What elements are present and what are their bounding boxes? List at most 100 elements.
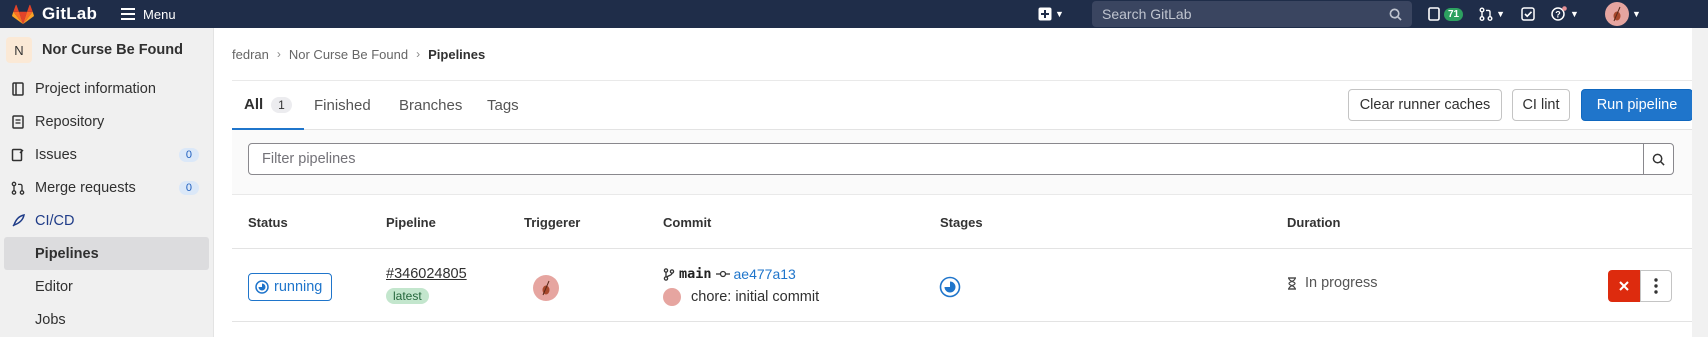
svg-text:?: ? — [1555, 10, 1561, 20]
issues-nav-link[interactable]: 71 — [1428, 7, 1464, 21]
sidebar-item-label: Issues — [35, 146, 77, 163]
new-dropdown[interactable]: ▼ — [1038, 0, 1064, 28]
sidebar-item-label: CI/CD — [35, 212, 75, 229]
commit-sha-link[interactable]: ae477a13 — [734, 266, 796, 282]
chevron-right-icon: › — [276, 47, 281, 61]
cancel-pipeline-button[interactable] — [1608, 270, 1640, 302]
help-icon: ? — [1551, 6, 1567, 21]
merge-request-icon — [1479, 7, 1493, 21]
search-box[interactable] — [1092, 1, 1412, 27]
breadcrumb-link-namespace[interactable]: fedran — [232, 47, 269, 62]
status-running-icon — [939, 276, 961, 298]
issues-icon — [10, 147, 26, 163]
filter-box — [248, 143, 1674, 175]
menu-button[interactable]: Menu — [121, 7, 176, 22]
pipeline-latest-badge: latest — [386, 288, 429, 304]
column-header-commit: Commit — [663, 214, 712, 230]
project-sidebar: N Nor Curse Be Found Project information… — [0, 28, 214, 337]
page-scrollbar[interactable] — [1692, 28, 1708, 337]
rocket-icon — [10, 213, 26, 229]
nav-icons: 71 ▼ ? ▼ ▼ — [1428, 0, 1657, 28]
doc-icon — [10, 114, 26, 130]
sidebar-subitem-pipelines[interactable]: Pipelines — [4, 237, 209, 270]
chevron-down-icon: ▼ — [1570, 9, 1579, 19]
table-header: Status Pipeline Triggerer Commit Stages … — [232, 195, 1692, 249]
hourglass-icon — [1288, 276, 1296, 290]
sidebar-item-project-information[interactable]: Project information — [0, 72, 213, 105]
search-icon — [1652, 153, 1665, 166]
sidebar-item-label: Project information — [35, 80, 156, 97]
tab-count-badge: 1 — [271, 96, 292, 113]
stage-status-button[interactable] — [939, 276, 961, 301]
project-icon — [10, 81, 26, 97]
top-navbar: GitLab Menu ▼ 71 — [0, 0, 1708, 28]
chevron-down-icon: ▼ — [1631, 9, 1641, 19]
tab-finished[interactable]: Finished — [314, 81, 371, 130]
table-row: running #346024805 latest main ae477a13 … — [232, 249, 1692, 322]
pipeline-tabs: All 1 Finished Branches Tags Clear runne… — [232, 81, 1693, 130]
branch-link[interactable]: main — [679, 266, 712, 282]
hamburger-icon — [121, 8, 136, 20]
sidebar-item-issues[interactable]: Issues 0 — [0, 138, 213, 171]
tab-branches[interactable]: Branches — [399, 81, 462, 130]
todo-check-icon — [1521, 7, 1535, 21]
search-input[interactable] — [1102, 6, 1389, 22]
branch-icon — [663, 267, 675, 281]
menu-label: Menu — [143, 6, 176, 22]
plus-square-icon — [1038, 7, 1052, 21]
pipeline-id-link[interactable]: #346024805 — [386, 266, 467, 282]
commit-author-avatar[interactable] — [663, 288, 681, 306]
gitlab-home-link[interactable]: GitLab — [0, 0, 97, 28]
todos-count-badge: 71 — [1444, 7, 1464, 21]
sidebar-item-label: Repository — [35, 113, 105, 130]
breadcrumb-link-project[interactable]: Nor Curse Be Found — [289, 47, 408, 62]
project-avatar: N — [6, 37, 32, 63]
todos-nav-link[interactable] — [1521, 7, 1535, 21]
commit-ref: main ae477a13 — [663, 266, 796, 282]
filter-pipelines-input[interactable] — [249, 144, 1643, 174]
sidebar-subitem-jobs[interactable]: Jobs — [0, 303, 213, 336]
clear-runner-caches-button[interactable]: Clear runner caches — [1348, 89, 1502, 121]
filter-area — [232, 130, 1692, 195]
chevron-right-icon: › — [416, 47, 421, 61]
sidebar-subitem-editor[interactable]: Editor — [0, 270, 213, 303]
tab-tags[interactable]: Tags — [487, 81, 519, 130]
sidebar-item-label: Merge requests — [35, 179, 136, 196]
main-content: fedran › Nor Curse Be Found › Pipelines … — [232, 28, 1693, 322]
column-header-stages: Stages — [940, 214, 983, 230]
tanuki-logo — [12, 4, 34, 24]
merge-requests-count-badge: 0 — [178, 180, 199, 195]
user-avatar — [1604, 2, 1629, 26]
sidebar-item-repository[interactable]: Repository — [0, 105, 213, 138]
chevron-down-icon: ▼ — [1055, 9, 1064, 19]
brand-name: GitLab — [42, 4, 98, 23]
breadcrumb: fedran › Nor Curse Be Found › Pipelines — [232, 28, 1692, 81]
ellipsis-vertical-icon — [1654, 278, 1658, 294]
sidebar-item-merge-requests[interactable]: Merge requests 0 — [0, 171, 213, 204]
project-name: Nor Curse Be Found — [42, 42, 183, 58]
run-pipeline-button[interactable]: Run pipeline — [1581, 89, 1693, 121]
column-header-status: Status — [248, 214, 288, 230]
ci-lint-button[interactable]: CI lint — [1512, 89, 1570, 121]
commit-message: chore: initial commit — [663, 288, 819, 306]
more-actions-button[interactable] — [1640, 270, 1672, 302]
issues-icon — [1428, 7, 1440, 21]
issues-count-badge: 0 — [178, 147, 199, 162]
chevron-down-icon: ▼ — [1496, 9, 1506, 19]
breadcrumb-current[interactable]: Pipelines — [428, 47, 485, 62]
merge-requests-nav-link[interactable]: ▼ — [1479, 7, 1505, 21]
status-running-icon — [255, 280, 269, 294]
project-header[interactable]: N Nor Curse Be Found — [0, 28, 213, 72]
column-header-pipeline: Pipeline — [386, 214, 436, 230]
violin-avatar-icon — [542, 280, 550, 296]
status-badge[interactable]: running — [248, 273, 333, 301]
commit-title-link[interactable]: chore: initial commit — [691, 289, 819, 305]
column-header-duration: Duration — [1287, 214, 1341, 230]
help-dropdown[interactable]: ? ▼ — [1551, 6, 1579, 22]
user-menu[interactable]: ▼ — [1604, 2, 1641, 26]
tab-all[interactable]: All 1 — [232, 81, 304, 130]
triggerer-avatar[interactable] — [533, 275, 559, 301]
commit-icon — [715, 270, 730, 278]
filter-search-button[interactable] — [1643, 144, 1673, 174]
sidebar-item-ci-cd[interactable]: CI/CD — [0, 204, 213, 237]
